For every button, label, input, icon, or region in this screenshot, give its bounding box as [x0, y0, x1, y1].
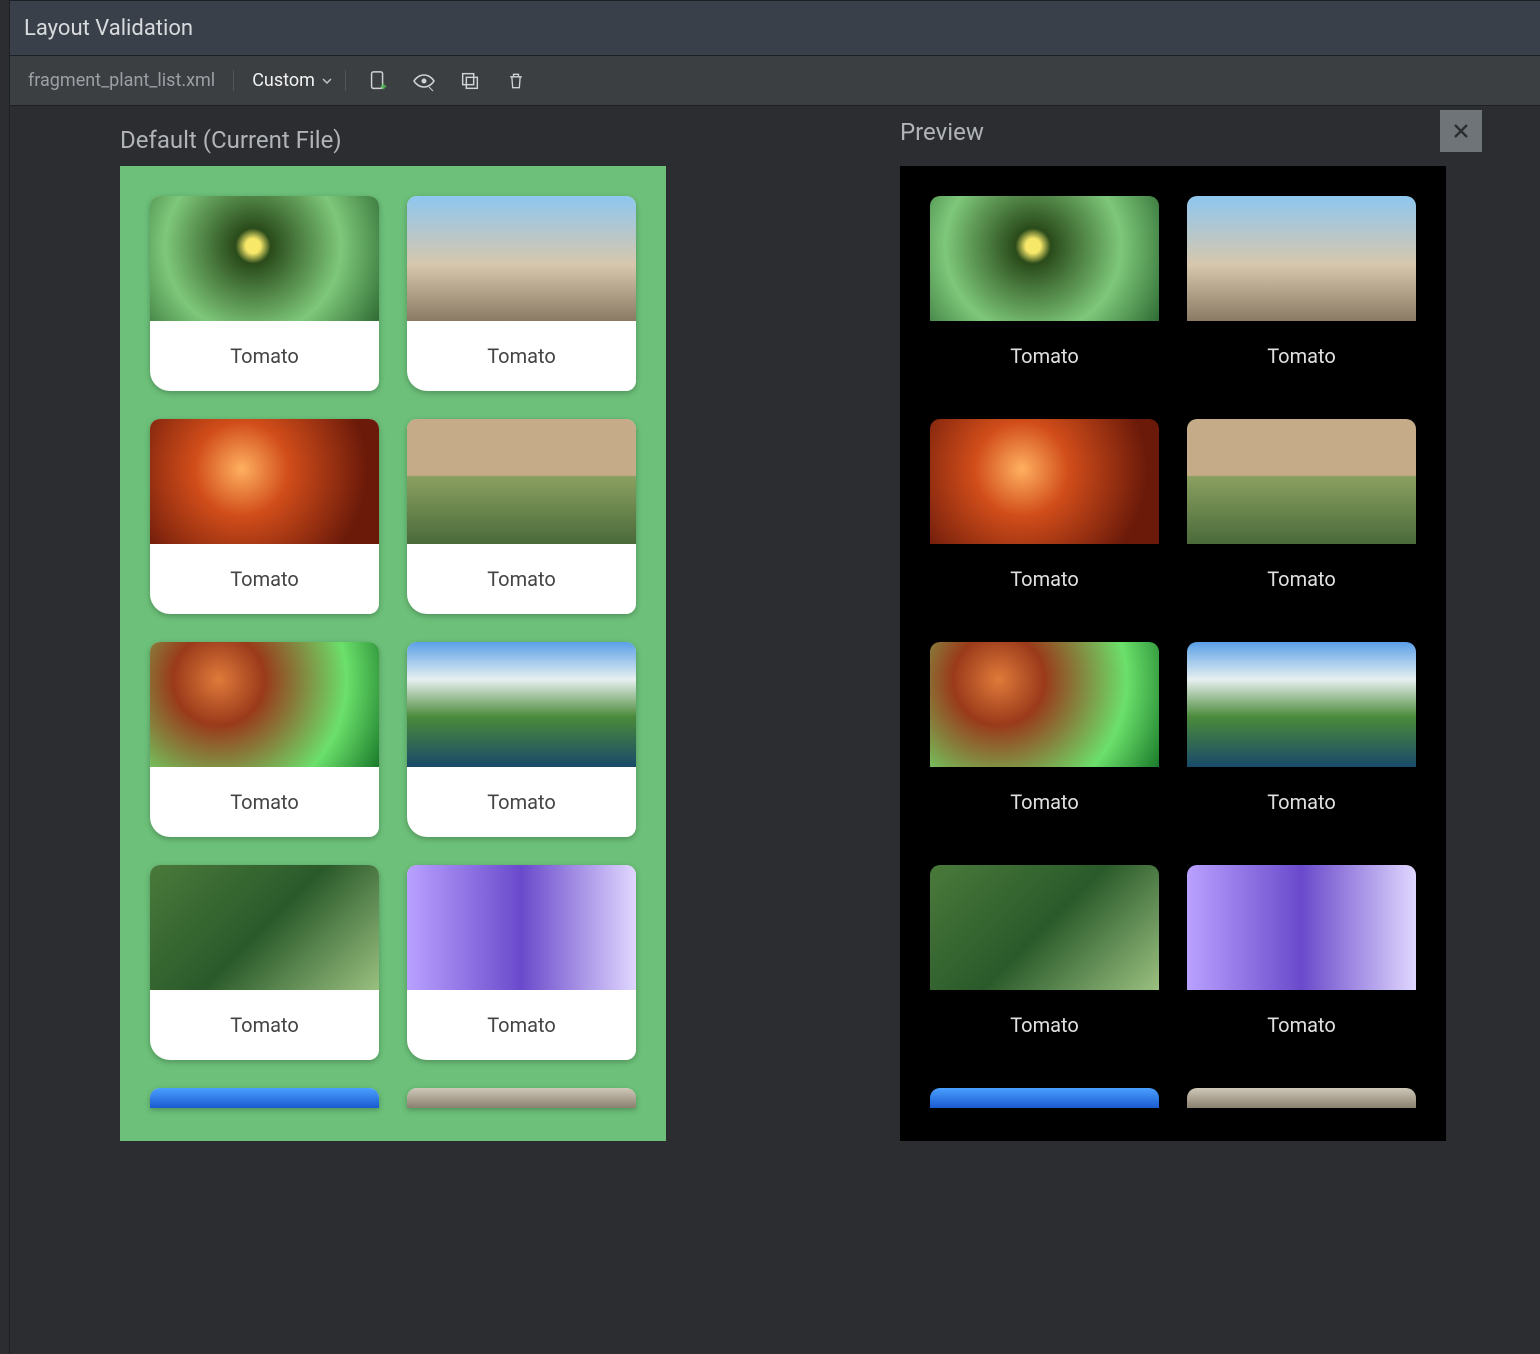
plant-image — [930, 196, 1159, 321]
plant-grid-preview: Tomato Tomato Tomato Tomato Tomato Tomat… — [900, 166, 1446, 1138]
plant-caption: Tomato — [407, 321, 636, 391]
plant-card[interactable]: Tomato — [407, 642, 636, 837]
frame-label-default: Default (Current File) — [120, 126, 342, 154]
plant-caption: Tomato — [930, 321, 1159, 391]
plant-card[interactable]: Tomato — [407, 865, 636, 1060]
plant-caption: Tomato — [930, 767, 1159, 837]
plant-card[interactable]: Tomato — [150, 196, 379, 391]
validation-canvas[interactable]: Default (Current File) Preview Tomato To… — [10, 106, 1540, 1354]
plant-card[interactable] — [930, 1088, 1159, 1108]
plant-caption: Tomato — [407, 544, 636, 614]
frame-label-preview: Preview — [900, 118, 984, 146]
close-icon — [1451, 121, 1471, 141]
plant-card[interactable]: Tomato — [1187, 865, 1416, 1060]
plant-image — [150, 1088, 379, 1108]
mode-dropdown[interactable]: Custom — [252, 70, 346, 91]
plant-image — [1187, 1088, 1416, 1108]
plant-card[interactable]: Tomato — [930, 419, 1159, 614]
chevron-down-icon — [321, 75, 333, 87]
panel-title-bar: Layout Validation — [10, 0, 1540, 56]
plant-card[interactable]: Tomato — [407, 419, 636, 614]
plant-card[interactable] — [150, 1088, 379, 1108]
plant-card[interactable] — [407, 1088, 636, 1108]
toolbar: fragment_plant_list.xml Custom — [10, 56, 1540, 106]
plant-caption: Tomato — [1187, 990, 1416, 1060]
delete-button[interactable] — [502, 67, 530, 95]
device-frame-default[interactable]: Tomato Tomato Tomato Tomato Tomato Tomat… — [120, 166, 666, 1141]
plant-card[interactable]: Tomato — [930, 196, 1159, 391]
plant-image — [1187, 865, 1416, 990]
plant-card[interactable] — [1187, 1088, 1416, 1108]
plant-card[interactable]: Tomato — [150, 865, 379, 1060]
device-frame-preview[interactable]: Tomato Tomato Tomato Tomato Tomato Tomat… — [900, 166, 1446, 1141]
plant-image — [150, 865, 379, 990]
plant-image — [150, 642, 379, 767]
plant-image — [930, 419, 1159, 544]
plant-caption: Tomato — [150, 544, 379, 614]
plant-image — [150, 419, 379, 544]
plant-caption: Tomato — [150, 990, 379, 1060]
plant-caption: Tomato — [930, 544, 1159, 614]
plant-image — [407, 196, 636, 321]
layout-validation-panel: Layout Validation fragment_plant_list.xm… — [10, 0, 1540, 1354]
plant-grid-default: Tomato Tomato Tomato Tomato Tomato Tomat… — [120, 166, 666, 1138]
copy-button[interactable] — [456, 67, 484, 95]
panel-title: Layout Validation — [24, 16, 193, 41]
plant-caption: Tomato — [930, 990, 1159, 1060]
plant-image — [930, 1088, 1159, 1108]
plant-image — [1187, 196, 1416, 321]
close-preview-button[interactable] — [1440, 110, 1482, 152]
plant-card[interactable]: Tomato — [930, 865, 1159, 1060]
plant-card[interactable]: Tomato — [1187, 419, 1416, 614]
plant-image — [150, 196, 379, 321]
plant-card[interactable]: Tomato — [930, 642, 1159, 837]
plant-image — [1187, 642, 1416, 767]
mode-dropdown-label: Custom — [252, 70, 315, 91]
plant-caption: Tomato — [1187, 767, 1416, 837]
visibility-button[interactable] — [410, 67, 438, 95]
file-tab[interactable]: fragment_plant_list.xml — [28, 70, 234, 91]
plant-card[interactable]: Tomato — [150, 419, 379, 614]
plant-caption: Tomato — [407, 767, 636, 837]
plant-image — [1187, 419, 1416, 544]
plant-card[interactable]: Tomato — [150, 642, 379, 837]
plant-image — [930, 642, 1159, 767]
plant-card[interactable]: Tomato — [1187, 196, 1416, 391]
plant-caption: Tomato — [150, 321, 379, 391]
ide-gutter — [0, 0, 10, 1354]
plant-card[interactable]: Tomato — [407, 196, 636, 391]
plant-caption: Tomato — [407, 990, 636, 1060]
plant-caption: Tomato — [1187, 544, 1416, 614]
plant-image — [407, 865, 636, 990]
plant-image — [407, 419, 636, 544]
plant-image — [407, 1088, 636, 1108]
plant-caption: Tomato — [150, 767, 379, 837]
plant-image — [930, 865, 1159, 990]
plant-caption: Tomato — [1187, 321, 1416, 391]
plant-image — [407, 642, 636, 767]
plant-card[interactable]: Tomato — [1187, 642, 1416, 837]
add-device-button[interactable] — [364, 67, 392, 95]
